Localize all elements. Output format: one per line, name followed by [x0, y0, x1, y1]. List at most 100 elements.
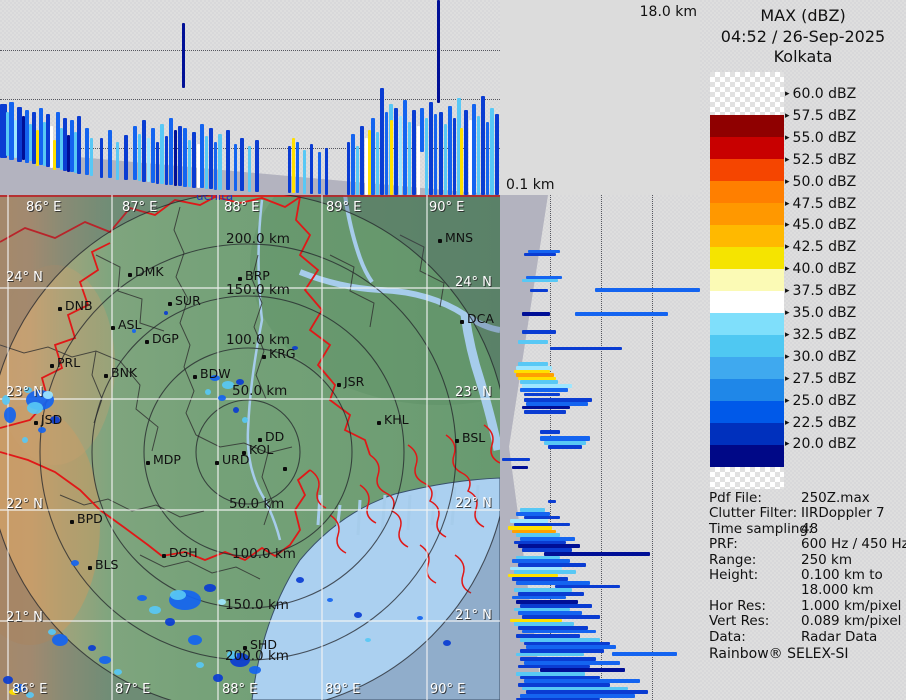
range-ring-label: 100.0 km: [232, 546, 296, 562]
lon-label-bottom: 90° E: [430, 682, 466, 697]
lon-label-top: 90° E: [429, 200, 465, 215]
station-label: JSD: [41, 412, 63, 427]
precip-echo: [196, 662, 204, 668]
dbz-label: ▸ 55.0 dBZ: [785, 130, 856, 146]
dbz-value: 60.0 dBZ: [792, 86, 857, 102]
profile-echo-bar: [486, 122, 489, 195]
precip-echo: [22, 437, 28, 443]
station-dot: [128, 273, 132, 277]
info-label: Vert Res:: [709, 613, 770, 630]
profile-echo-bar: [226, 130, 230, 190]
height-gridline: [601, 195, 602, 700]
station-dot: [455, 439, 459, 443]
profile-echo-bar: [188, 140, 191, 187]
profile-echo-bar: [453, 118, 456, 195]
profile-echo-bar: [412, 110, 416, 195]
profile-echo-bar: [174, 130, 177, 186]
radar-map-panel: 86° E 87° E 88° E 89° E 90° E 86° E 87° E 88° E…: [0, 195, 500, 700]
height-gridline: [0, 50, 500, 51]
precip-echo: [365, 638, 371, 642]
dbz-value: 57.5 dBZ: [792, 107, 857, 124]
station-label: ASL: [118, 317, 142, 332]
profile-echo-bar: [296, 142, 299, 193]
dbz-value: 45.0 dBZ: [792, 217, 857, 234]
dbz-label: ▸ 50.0 dBZ: [785, 174, 856, 190]
profile-echo-bar: [439, 112, 443, 195]
profile-echo-bar: [318, 152, 321, 194]
precip-echo: [43, 391, 53, 399]
profile-echo-bar: [183, 128, 187, 187]
profile-echo-bar: [255, 140, 259, 192]
dbz-label: ▸ 40.0 dBZ: [785, 261, 856, 277]
station-dot: [438, 239, 442, 243]
dbz-label: ▸ 37.5 dBZ: [785, 283, 856, 299]
station-label: DNB: [65, 298, 93, 313]
profile-echo-bar: [218, 134, 222, 190]
dbz-label: ▸ 52.5 dBZ: [785, 152, 856, 168]
precip-echo: [213, 674, 223, 682]
profile-echo-bar: [234, 144, 237, 191]
profile-echo-bar: [522, 312, 550, 316]
station-dot: [377, 421, 381, 425]
lon-label-bottom: 89° E: [325, 682, 361, 697]
precip-echo: [233, 407, 239, 413]
info-value: 18.000 km: [801, 582, 874, 599]
precip-echo: [99, 656, 111, 664]
precip-echo: [218, 395, 226, 401]
info-row: Range: 250 km: [709, 552, 904, 568]
profile-echo-bar: [512, 596, 566, 599]
profile-echo-bar: [356, 146, 359, 195]
precip-echo: [4, 407, 16, 423]
profile-echo-bar: [248, 146, 251, 192]
profile-echo-bar: [151, 128, 155, 183]
top-height-profile-panel: [0, 0, 500, 197]
profile-echo-bar: [522, 279, 558, 282]
colorband-22.5dBZ: [710, 423, 784, 445]
profile-echo-bar: [116, 142, 119, 180]
station-dot: [243, 646, 247, 650]
height-gridline: [0, 99, 500, 100]
profile-echo-bar: [460, 128, 463, 195]
station-label: URD: [222, 452, 250, 467]
profile-echo-bar: [530, 289, 548, 292]
station-dot: [145, 340, 149, 344]
dbz-value: 32.5 dBZ: [792, 326, 857, 343]
lon-label-top: 86° E: [26, 200, 62, 215]
profile-echo-bar: [209, 128, 213, 189]
dbz-value: 27.5 dBZ: [792, 370, 857, 387]
lon-label-top: 87° E: [122, 200, 158, 215]
side-height-profile-panel: [500, 195, 700, 700]
profile-echo-bar: [205, 136, 208, 189]
range-ring-label: 50.0 km: [229, 496, 285, 512]
precip-echo: [137, 595, 147, 601]
info-label: Height:: [709, 566, 759, 583]
profile-echo-bar: [540, 430, 560, 434]
precip-echo: [165, 618, 175, 626]
range-ring-label: 200.0 km: [226, 231, 290, 247]
lat-label-left: 23° N: [6, 385, 43, 400]
station-label: JSR: [344, 374, 365, 389]
lon-label-bottom: 88° E: [222, 682, 258, 697]
profile-echo-bar: [444, 124, 447, 195]
profile-echo-bar: [325, 148, 328, 195]
lat-label-left: 24° N: [6, 270, 43, 285]
profile-echo-bar: [522, 330, 556, 334]
info-row: Data: Radar Data: [709, 629, 904, 645]
station-dot: [238, 277, 242, 281]
profile-echo-bar: [160, 124, 164, 184]
profile-echo-bar: [142, 120, 146, 182]
profile-echo-bar: [512, 466, 528, 469]
profile-echo-bar: [288, 146, 291, 193]
precip-echo: [164, 311, 168, 315]
scan-datetime: 04:52 / 26-Sep-2025: [720, 27, 886, 46]
colorband-37.5dBZ: [710, 291, 784, 313]
product-title: MAX (dBZ): [760, 6, 846, 25]
station-label: PRL: [57, 355, 81, 370]
colorband-25.0dBZ: [710, 401, 784, 423]
dbz-label: ▸ 45.0 dBZ: [785, 217, 856, 233]
colorband-57.5dBZ: [710, 115, 784, 137]
tick-arrow-icon: ▸: [785, 373, 790, 384]
profile-echo-bar: [380, 88, 384, 195]
profile-echo-bar: [124, 135, 128, 180]
info-label: Clutter Filter:: [709, 505, 798, 522]
